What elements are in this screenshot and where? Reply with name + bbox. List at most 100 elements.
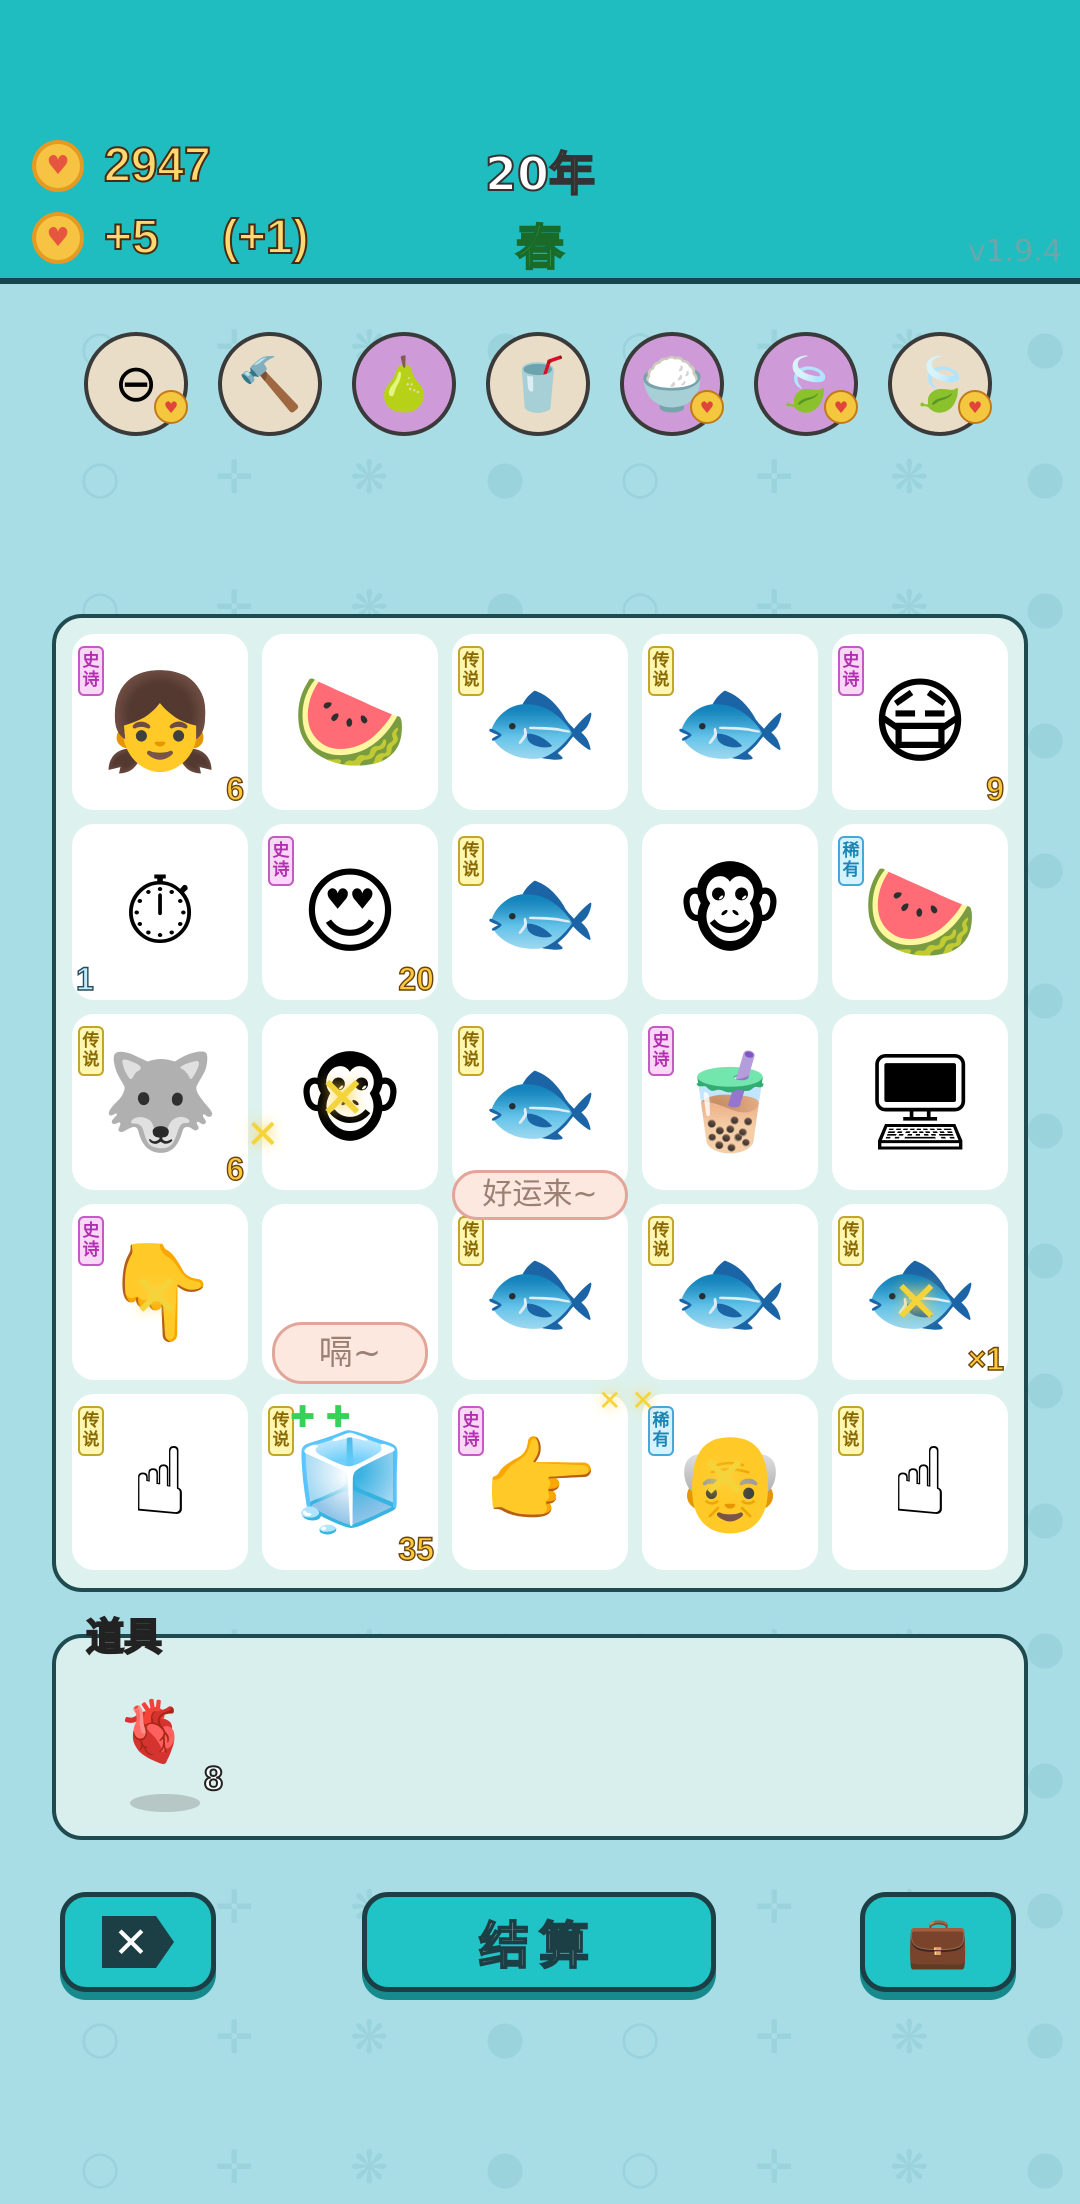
pattern-shape: ✛ <box>755 2010 794 2064</box>
rarity-tag: 史诗 <box>458 1406 484 1456</box>
symbol-counter: 9 <box>986 770 1005 807</box>
board-cell[interactable]: 🐵 <box>642 824 818 1000</box>
board-cell[interactable]: 🐟 传说 <box>642 634 818 810</box>
symbol-icon: 🐵 <box>675 857 785 967</box>
settle-button-label: 结算 <box>478 1916 599 1976</box>
board-cell[interactable]: 🐺 传说 6 <box>72 1014 248 1190</box>
pattern-shape: ● <box>1025 710 1066 764</box>
board-cell[interactable]: 🐟 传说 <box>452 1204 628 1380</box>
cross-effect-icon: ✕ <box>246 1112 280 1158</box>
symbol-icon: 🧊 <box>291 1428 409 1537</box>
symbol-icon: ☝ <box>131 1427 189 1537</box>
pattern-shape: ✛ <box>215 2140 254 2194</box>
board-cell[interactable]: 🐟 传说 <box>452 1014 628 1190</box>
top-item-3[interactable]: 🍐 <box>352 332 456 436</box>
pattern-shape: ● <box>1025 2140 1066 2194</box>
symbol-counter: 6 <box>226 1150 245 1187</box>
board-cell[interactable]: 😍 史诗 20 <box>262 824 438 1000</box>
season-label: 春 <box>515 219 565 277</box>
inventory-button[interactable]: 💼 <box>860 1892 1016 1992</box>
symbol-icon: 🧋 <box>671 1048 789 1157</box>
symbol-icon: 🐺 <box>101 1048 219 1157</box>
symbol-icon: 🖥 <box>860 1048 980 1157</box>
board-cell[interactable]: ☝ 传说 <box>832 1394 1008 1570</box>
top-item-4[interactable]: 🥤 <box>486 332 590 436</box>
pattern-shape: ● <box>1025 580 1066 634</box>
pattern-shape: ● <box>1025 1230 1066 1284</box>
pattern-shape: ● <box>1025 1750 1066 1804</box>
rarity-tag: 传说 <box>838 1216 864 1266</box>
liver-item-icon[interactable]: 🫀 <box>116 1696 191 1767</box>
symbol-icon: 🐟 <box>481 858 599 967</box>
pattern-shape: ✛ <box>755 2140 794 2194</box>
pattern-shape: ● <box>1025 2010 1066 2064</box>
pattern-shape: ○ <box>80 2010 121 2064</box>
pattern-shape: ○ <box>80 450 121 504</box>
board-cell[interactable]: 🐟 传说 <box>452 824 628 1000</box>
coin-icon: ♥ <box>32 140 84 192</box>
board-cell[interactable]: 👉 史诗 <box>452 1394 628 1570</box>
top-item-1[interactable]: ⊖ ♥ <box>84 332 188 436</box>
cross-effect-icon: ✕ <box>132 1262 181 1330</box>
settle-button[interactable]: 结算 <box>362 1892 716 1992</box>
items-panel-title: 道具 <box>85 1614 163 1660</box>
pattern-shape: ○ <box>620 450 661 504</box>
board-cell[interactable]: 😷 史诗 9 <box>832 634 1008 810</box>
heart-badge-icon: ♥ <box>824 390 858 424</box>
pattern-shape: ❋ <box>890 450 929 504</box>
pattern-shape: ● <box>485 2140 526 2194</box>
board-cell[interactable]: 🐟 传说 <box>452 634 628 810</box>
symbol-counter: 35 <box>398 1530 435 1567</box>
hiccup-speech-bubble: 嗝~ <box>272 1322 428 1384</box>
symbol-icon: 🍉 <box>861 858 979 967</box>
sparkle-icon: ✚ ✚ <box>290 1400 351 1435</box>
board-cell[interactable]: 🍉 稀有 <box>832 824 1008 1000</box>
hammer-icon: 🔨 <box>237 354 303 415</box>
liver-item-count: 8 <box>203 1759 224 1799</box>
pattern-shape: ✛ <box>215 1880 254 1934</box>
symbol-counter: ×1 <box>967 1340 1005 1377</box>
income-value: +5 <box>103 210 160 265</box>
symbol-icon: 🐟 <box>481 668 599 777</box>
top-item-5[interactable]: 🍚 ♥ <box>620 332 724 436</box>
board-cell[interactable]: 🖥 <box>832 1014 1008 1190</box>
rarity-tag: 史诗 <box>268 836 294 886</box>
top-item-6[interactable]: 🍃 ♥ <box>754 332 858 436</box>
heart-badge-icon: ♥ <box>958 390 992 424</box>
year-label: 20年 <box>484 146 596 202</box>
rarity-tag: 史诗 <box>648 1026 674 1076</box>
pattern-shape: ● <box>1025 840 1066 894</box>
board-cell[interactable]: 🐟 传说 <box>642 1204 818 1380</box>
pattern-shape: ● <box>1025 450 1066 504</box>
cross-effect-icon: ✕ ✕ <box>598 1384 655 1417</box>
board-cell[interactable]: ☝ 传说 <box>72 1394 248 1570</box>
board-cell[interactable]: 🍉 <box>262 634 438 810</box>
symbol-icon: 😍 <box>301 857 399 967</box>
pattern-shape: ● <box>1025 1880 1066 1934</box>
board-cell[interactable]: 🧋 史诗 <box>642 1014 818 1190</box>
board-cell[interactable]: 👧 史诗 6 <box>72 634 248 810</box>
pattern-shape: ● <box>1025 1620 1066 1674</box>
symbol-icon: ☝ <box>891 1427 949 1537</box>
rarity-tag: 传说 <box>78 1026 104 1076</box>
top-item-7[interactable]: 🍃 ♥ <box>888 332 992 436</box>
rarity-tag: 传说 <box>838 1406 864 1456</box>
rarity-tag: 史诗 <box>838 646 864 696</box>
lucky-speech-bubble: 好运来~ <box>452 1170 628 1220</box>
rarity-tag: 传说 <box>648 1216 674 1266</box>
rarity-tag: 传说 <box>458 646 484 696</box>
briefcase-icon: 💼 <box>906 1912 970 1971</box>
pattern-shape: ● <box>485 2010 526 2064</box>
quit-button[interactable]: ✕ <box>60 1892 216 1992</box>
item-shadow <box>130 1794 200 1812</box>
pattern-shape: ○ <box>620 2010 661 2064</box>
minus-circle-icon: ⊖ <box>114 354 158 414</box>
symbol-icon: 🐟 <box>481 1048 599 1157</box>
top-item-2[interactable]: 🔨 <box>218 332 322 436</box>
header-divider <box>0 278 1080 284</box>
pattern-shape: ❋ <box>890 2010 929 2064</box>
symbol-icon: 👉 <box>481 1428 599 1537</box>
board-cell[interactable]: ⏱ 1 <box>72 824 248 1000</box>
rarity-tag: 传说 <box>648 646 674 696</box>
rarity-tag: 传说 <box>458 836 484 886</box>
